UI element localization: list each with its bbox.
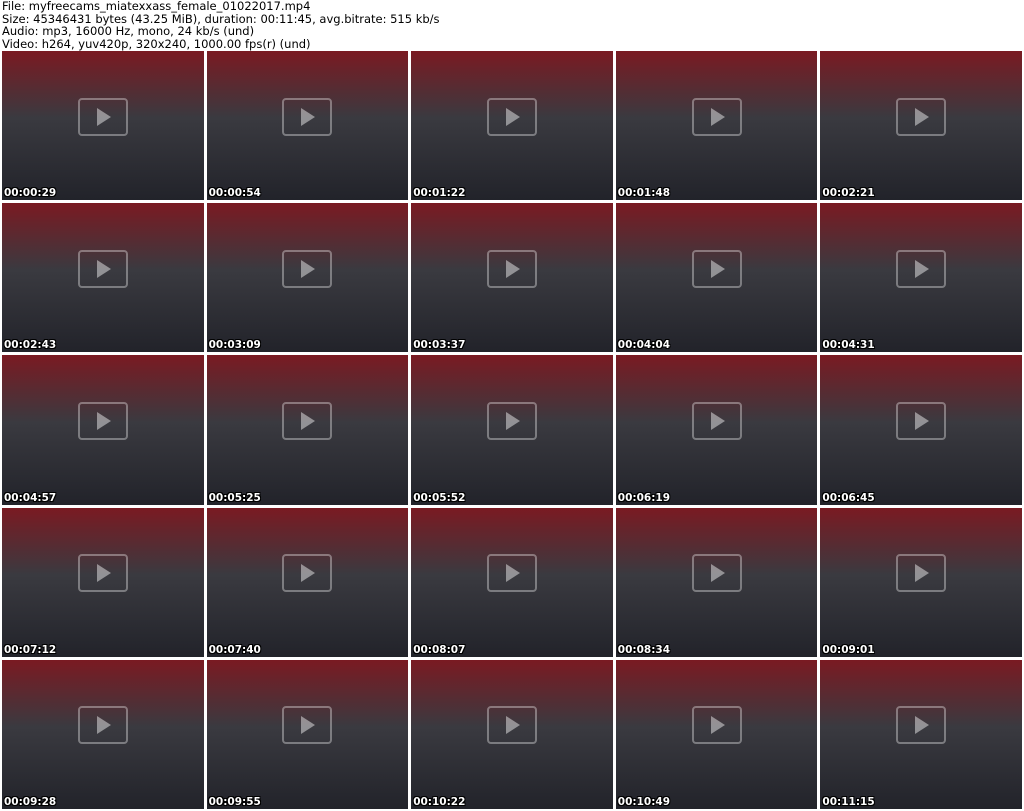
thumbnail-tile: 00:08:34 <box>615 507 818 657</box>
video-frame-placeholder-icon <box>282 554 333 593</box>
frame-timestamp: 00:06:45 <box>822 491 875 504</box>
frame-timestamp: 00:00:29 <box>4 187 57 200</box>
video-frame-placeholder-icon <box>486 554 537 593</box>
contact-sheet: File: myfreecams_miatexxass_female_01022… <box>0 0 1024 811</box>
thumbnail-tile: 00:10:49 <box>615 659 818 809</box>
video-frame-placeholder-icon <box>691 402 742 441</box>
frame-timestamp: 00:10:22 <box>413 795 466 808</box>
frame-timestamp: 00:07:12 <box>4 643 57 656</box>
file-name-line: File: myfreecams_miatexxass_female_01022… <box>2 0 311 13</box>
thumbnail-tile: 00:09:28 <box>2 659 204 809</box>
thumbnail-tile: 00:09:55 <box>206 659 409 809</box>
thumbnail-tile: 00:01:22 <box>411 51 613 201</box>
video-frame-placeholder-icon <box>896 249 947 288</box>
video-frame-placeholder-icon <box>486 249 537 288</box>
video-frame-placeholder-icon <box>691 554 742 593</box>
thumbnail-tile: 00:04:04 <box>615 203 818 353</box>
thumbnail-tile: 00:06:45 <box>820 355 1022 505</box>
frame-timestamp: 00:03:37 <box>413 339 466 352</box>
frame-timestamp: 00:01:48 <box>617 187 671 200</box>
frame-timestamp: 00:07:40 <box>208 643 261 656</box>
frame-timestamp: 00:08:34 <box>617 643 671 656</box>
thumbnail-tile: 00:03:37 <box>411 203 613 353</box>
frame-timestamp: 00:00:54 <box>208 187 261 200</box>
audio-line: Audio: mp3, 16000 Hz, mono, 24 kb/s (und… <box>2 24 255 38</box>
thumbnail-tile: 00:04:31 <box>820 203 1022 353</box>
video-frame-placeholder-icon <box>77 97 128 136</box>
video-frame-placeholder-icon <box>77 706 128 745</box>
thumbnail-tile: 00:11:15 <box>820 659 1022 809</box>
video-frame-placeholder-icon <box>77 554 128 593</box>
frame-timestamp: 00:04:04 <box>617 339 671 352</box>
video-frame-placeholder-icon <box>896 706 947 745</box>
thumbnail-tile: 00:06:19 <box>615 355 818 505</box>
thumbnail-tile: 00:07:40 <box>206 507 409 657</box>
thumbnail-tile: 00:00:54 <box>206 51 409 201</box>
thumbnail-tile: 00:05:25 <box>206 355 409 505</box>
frame-timestamp: 00:02:21 <box>822 187 875 200</box>
thumbnail-tile: 00:05:52 <box>411 355 613 505</box>
frame-timestamp: 00:05:52 <box>413 491 466 504</box>
thumbnail-tile: 00:00:29 <box>2 51 204 201</box>
video-line: Video: h264, yuv420p, 320x240, 1000.00 f… <box>2 36 311 51</box>
thumbnail-tile: 00:09:01 <box>820 507 1022 657</box>
frame-timestamp: 00:04:57 <box>4 491 57 504</box>
video-frame-placeholder-icon <box>896 97 947 136</box>
thumbnail-tile: 00:02:43 <box>2 203 204 353</box>
video-frame-placeholder-icon <box>486 97 537 136</box>
thumbnail-tile: 00:08:07 <box>411 507 613 657</box>
frame-timestamp: 00:09:55 <box>208 795 261 808</box>
thumbnail-tile: 00:03:09 <box>206 203 409 353</box>
video-frame-placeholder-icon <box>486 402 537 441</box>
video-frame-placeholder-icon <box>77 249 128 288</box>
frame-timestamp: 00:02:43 <box>4 339 57 352</box>
thumbnail-tile: 00:02:21 <box>820 51 1022 201</box>
video-frame-placeholder-icon <box>691 706 742 745</box>
frame-timestamp: 00:10:49 <box>617 795 671 808</box>
video-frame-placeholder-icon <box>896 402 947 441</box>
frame-timestamp: 00:01:22 <box>413 187 466 200</box>
frame-timestamp: 00:04:31 <box>822 339 875 352</box>
video-frame-placeholder-icon <box>282 249 333 288</box>
video-frame-placeholder-icon <box>691 249 742 288</box>
frame-timestamp: 00:05:25 <box>208 491 261 504</box>
video-frame-placeholder-icon <box>282 706 333 745</box>
frame-timestamp: 00:09:01 <box>822 643 875 656</box>
frame-timestamp: 00:09:28 <box>4 795 57 808</box>
thumbnail-grid: 00:00:29 00:00:54 00:01:22 00:01:48 00:02:21… <box>2 51 1022 809</box>
video-frame-placeholder-icon <box>691 97 742 136</box>
thumbnail-tile: 00:10:22 <box>411 659 613 809</box>
video-frame-placeholder-icon <box>77 402 128 441</box>
frame-timestamp: 00:06:19 <box>617 491 671 504</box>
video-frame-placeholder-icon <box>282 97 333 136</box>
metadata-header: File: myfreecams_miatexxass_female_01022… <box>2 0 1022 50</box>
thumbnail-tile: 00:07:12 <box>2 507 204 657</box>
thumbnail-tile: 00:01:48 <box>615 51 818 201</box>
frame-timestamp: 00:11:15 <box>822 795 875 808</box>
video-frame-placeholder-icon <box>896 554 947 593</box>
frame-timestamp: 00:03:09 <box>208 339 261 352</box>
video-frame-placeholder-icon <box>282 402 333 441</box>
video-frame-placeholder-icon <box>486 706 537 745</box>
thumbnail-tile: 00:04:57 <box>2 355 204 505</box>
frame-timestamp: 00:08:07 <box>413 643 466 656</box>
